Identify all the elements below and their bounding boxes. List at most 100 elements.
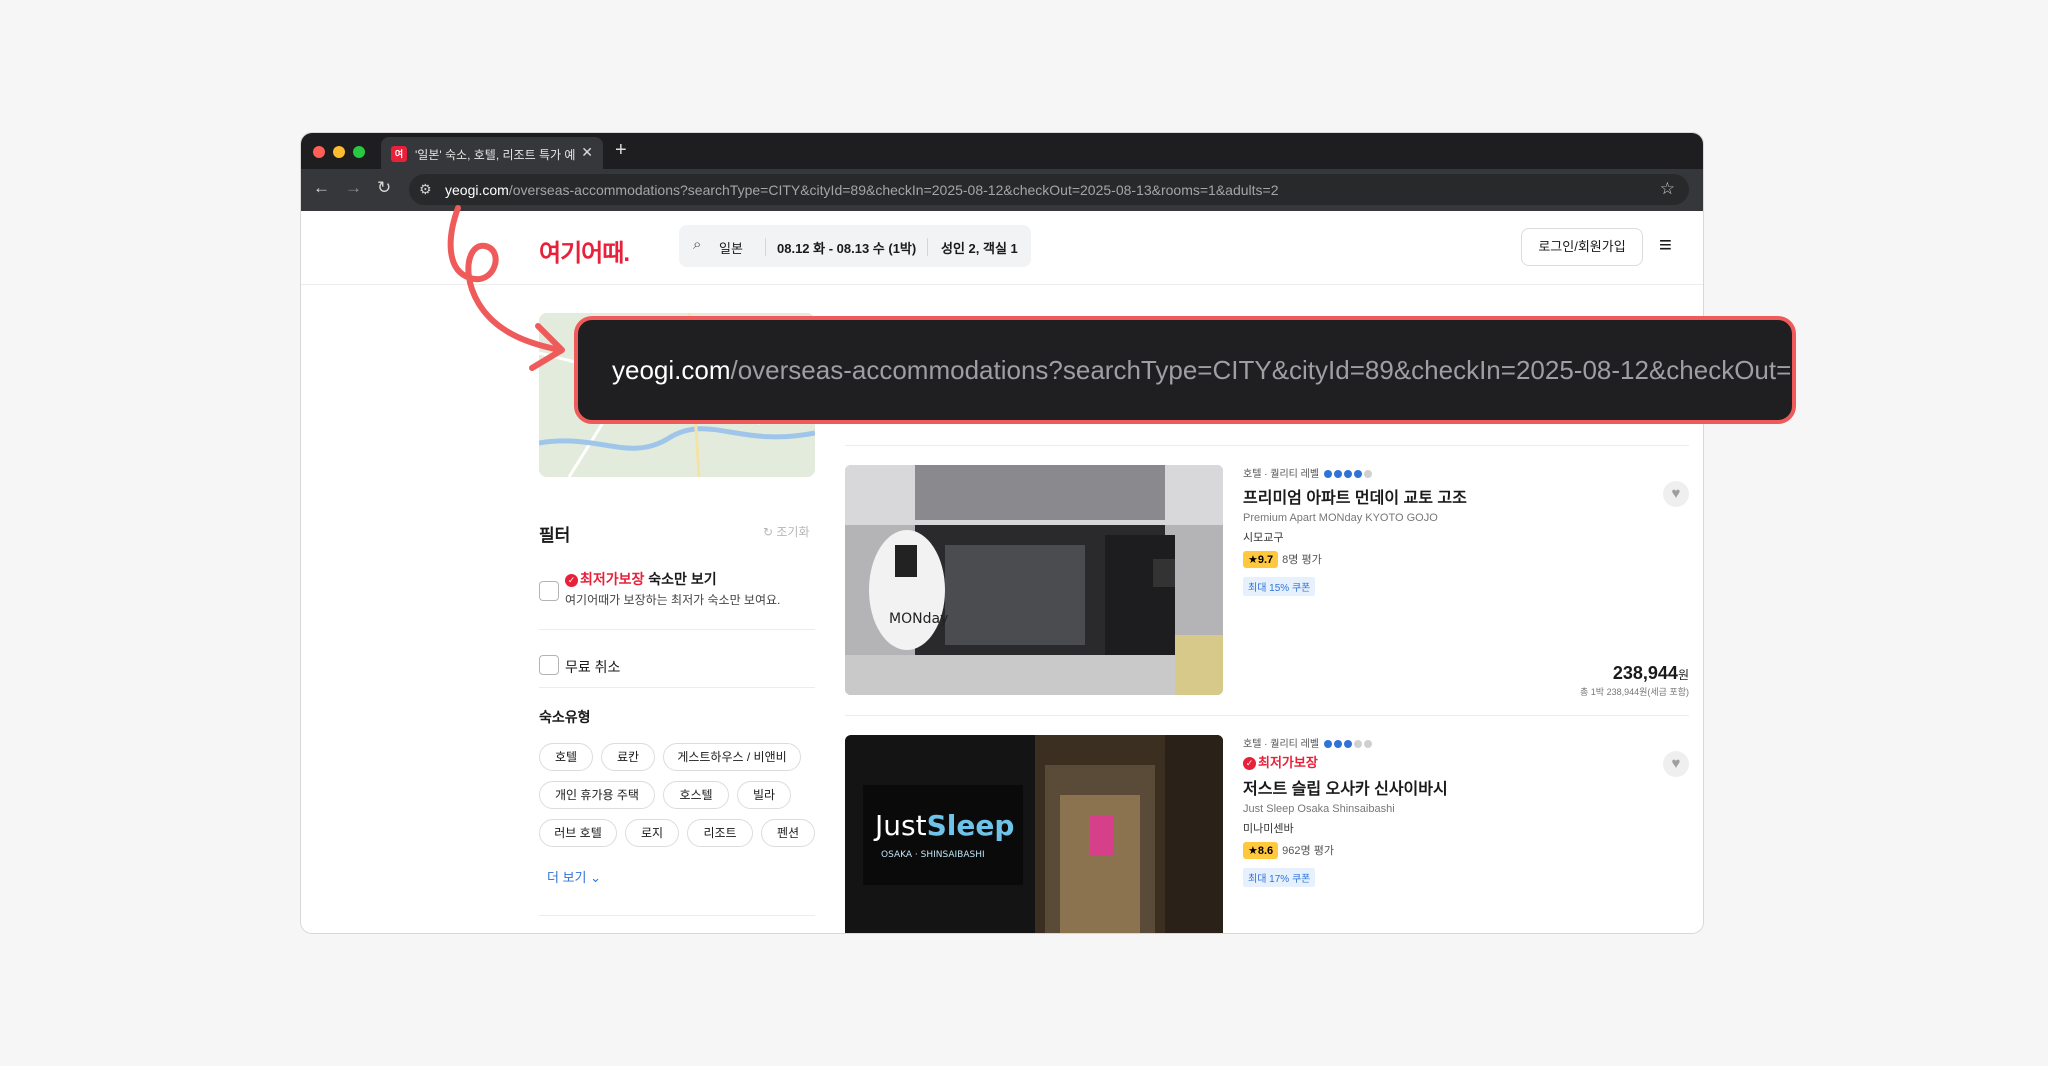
guarantee-filter-label[interactable]: ✓ 최저가보장 숙소만 보기 xyxy=(565,569,717,589)
back-arrow-icon[interactable]: ← xyxy=(313,178,330,198)
listing-rating: ★9.7 8명 평가 xyxy=(1243,551,1467,568)
quality-dot xyxy=(1353,740,1362,748)
listing-price: 238,944원 xyxy=(1613,663,1689,684)
more-types-link[interactable]: 더 보기 ⌄ xyxy=(547,867,601,886)
guarantee-badge: ✓ 최저가보장 xyxy=(1243,752,1448,771)
quality-dot xyxy=(1323,740,1332,748)
filters-title: 필터 xyxy=(539,526,571,545)
forward-arrow-icon[interactable]: → xyxy=(345,178,362,198)
just-sleep-subtext: OSAKA · SHINSAIBASHI xyxy=(881,850,985,860)
callout-host: yeogi.com xyxy=(612,355,731,385)
url-callout: yeogi.com/overseas-accommodations?search… xyxy=(574,316,1796,424)
listing-divider xyxy=(845,445,1689,446)
listing-info: 호텔 · 퀄리티 레벨 ✓ 최저가보장 저스트 슬립 오사카 신사이바시 Just… xyxy=(1243,735,1448,887)
minimize-window-button[interactable] xyxy=(333,146,345,158)
filter-divider xyxy=(539,915,815,916)
listing-meta: 호텔 · 퀄리티 레벨 xyxy=(1243,465,1467,480)
type-chip[interactable]: 호스텔 xyxy=(663,781,729,809)
listing-name-en: Just Sleep Osaka Shinsaibashi xyxy=(1243,803,1395,815)
quality-dot xyxy=(1343,470,1352,478)
url-text[interactable]: yeogi.com/overseas-accommodations?search… xyxy=(445,182,1278,198)
listing-photo: MONday xyxy=(845,465,1223,695)
star-icon[interactable]: ☆ xyxy=(1660,179,1675,199)
quality-dot xyxy=(1363,740,1372,748)
listing-meta-label: 호텔 · 퀄리티 레벨 xyxy=(1243,469,1320,480)
price-currency: 원 xyxy=(1677,668,1689,682)
review-count: 8명 평가 xyxy=(1282,554,1322,566)
listing-district: 미나미센바 xyxy=(1243,823,1294,835)
browser-tab[interactable]: 여 '일본' 숙소, 호텔, 리조트 특가 예약 ✕ xyxy=(381,137,603,169)
plus-icon[interactable]: + xyxy=(615,139,627,162)
hamburger-menu-icon[interactable]: ≡ xyxy=(1659,232,1672,258)
login-button[interactable]: 로그인/회원가입 xyxy=(1521,228,1643,266)
type-chip[interactable]: 료칸 xyxy=(601,743,655,771)
reset-icon: ↻ xyxy=(763,525,777,539)
zoom-window-button[interactable] xyxy=(353,146,365,158)
close-window-button[interactable] xyxy=(313,146,325,158)
listing-district: 시모교구 xyxy=(1243,532,1284,544)
price-note: 총 1박 238,944원(세금 포함) xyxy=(1580,687,1689,697)
more-label: 더 보기 xyxy=(547,870,587,885)
free-cancel-label[interactable]: 무료 취소 xyxy=(565,657,620,677)
type-chip[interactable]: 빌라 xyxy=(737,781,791,809)
filter-divider xyxy=(539,629,815,630)
heart-icon[interactable]: ♥ xyxy=(1663,481,1689,507)
rating-score: 8.6 xyxy=(1257,845,1274,857)
type-chip[interactable]: 게스트하우스 / 비앤비 xyxy=(663,743,801,771)
listing-name[interactable]: 프리미엄 아파트 먼데이 교토 고조 xyxy=(1243,484,1467,508)
site-info-icon[interactable]: ⚙ xyxy=(419,181,432,198)
review-count: 962명 평가 xyxy=(1282,845,1334,857)
type-chip[interactable]: 개인 휴가용 주택 xyxy=(539,781,655,809)
guarantee-checkbox[interactable] xyxy=(539,581,559,601)
search-bar[interactable]: ⌕ 일본 08.12 화 - 08.13 수 (1박) 성인 2, 객실 1 xyxy=(679,225,1031,267)
type-chip[interactable]: 리조트 xyxy=(687,819,753,847)
reset-button[interactable]: ↻ 조기화 xyxy=(763,523,810,540)
tab-strip: 여 '일본' 숙소, 호텔, 리조트 특가 예약 ✕ + xyxy=(301,133,1703,169)
listing-image[interactable]: JustSleep OSAKA · SHINSAIBASHI xyxy=(845,735,1223,933)
url-path: /overseas-accommodations?searchType=CITY… xyxy=(508,182,1279,198)
search-destination[interactable]: 일본 xyxy=(719,238,743,257)
search-dates[interactable]: 08.12 화 - 08.13 수 (1박) xyxy=(777,238,916,257)
listing-name-en: Premium Apart MONday KYOTO GOJO xyxy=(1243,512,1438,524)
listing-meta-label: 호텔 · 퀄리티 레벨 xyxy=(1243,739,1320,750)
guarantee-label: 최저가보장 xyxy=(580,571,645,587)
callout-url: yeogi.com/overseas-accommodations?search… xyxy=(612,355,1793,386)
site-logo[interactable]: 여기어때. xyxy=(539,233,630,268)
price-value: 238,944 xyxy=(1612,663,1678,683)
search-guests[interactable]: 성인 2, 객실 1 xyxy=(941,238,1018,257)
favicon-icon: 여 xyxy=(391,146,407,162)
guarantee-suffix: 숙소만 보기 xyxy=(644,571,717,587)
close-icon[interactable]: ✕ xyxy=(581,144,593,161)
quality-dot xyxy=(1353,470,1362,478)
guarantee-badge-label: 최저가보장 xyxy=(1258,755,1318,770)
just-sleep-text: Just xyxy=(873,809,927,842)
search-separator xyxy=(927,238,928,256)
coupon-badge: 최대 17% 쿠폰 xyxy=(1243,868,1316,887)
accommodation-type-title: 숙소유형 xyxy=(539,709,591,725)
address-bar[interactable]: ⚙ yeogi.com/overseas-accommodations?sear… xyxy=(409,174,1689,205)
type-chip[interactable]: 호텔 xyxy=(539,743,593,771)
quality-dot xyxy=(1323,470,1332,478)
tab-title: '일본' 숙소, 호텔, 리조트 특가 예약 xyxy=(415,148,575,162)
url-host: yeogi.com xyxy=(445,182,509,198)
listing-rating: ★8.6 962명 평가 xyxy=(1243,842,1448,859)
heart-icon[interactable]: ♥ xyxy=(1663,751,1689,777)
type-chip[interactable]: 로지 xyxy=(625,819,679,847)
reset-label: 조기화 xyxy=(776,525,810,539)
type-chip[interactable]: 펜션 xyxy=(761,819,815,847)
check-badge-icon: ✓ xyxy=(1243,757,1256,770)
quality-dot xyxy=(1333,470,1342,478)
lantern-text: MONday xyxy=(889,611,948,627)
listing-name[interactable]: 저스트 슬립 오사카 신사이바시 xyxy=(1243,775,1448,799)
type-chip[interactable]: 러브 호텔 xyxy=(539,819,617,847)
chevron-down-icon: ⌄ xyxy=(586,870,602,885)
listing-info: 호텔 · 퀄리티 레벨 프리미엄 아파트 먼데이 교토 고조 Premium A… xyxy=(1243,465,1467,596)
rating-badge: ★9.7 xyxy=(1243,551,1279,568)
search-icon: ⌕ xyxy=(693,236,702,253)
free-cancel-checkbox[interactable] xyxy=(539,655,559,675)
guarantee-description: 여기어때가 보장하는 최저가 숙소만 보여요. xyxy=(565,593,781,607)
reload-icon[interactable]: ↻ xyxy=(377,178,391,198)
listing-image[interactable]: MONday xyxy=(845,465,1223,695)
callout-path: /overseas-accommodations?searchType=CITY… xyxy=(730,355,1793,385)
check-badge-icon: ✓ xyxy=(565,574,578,587)
